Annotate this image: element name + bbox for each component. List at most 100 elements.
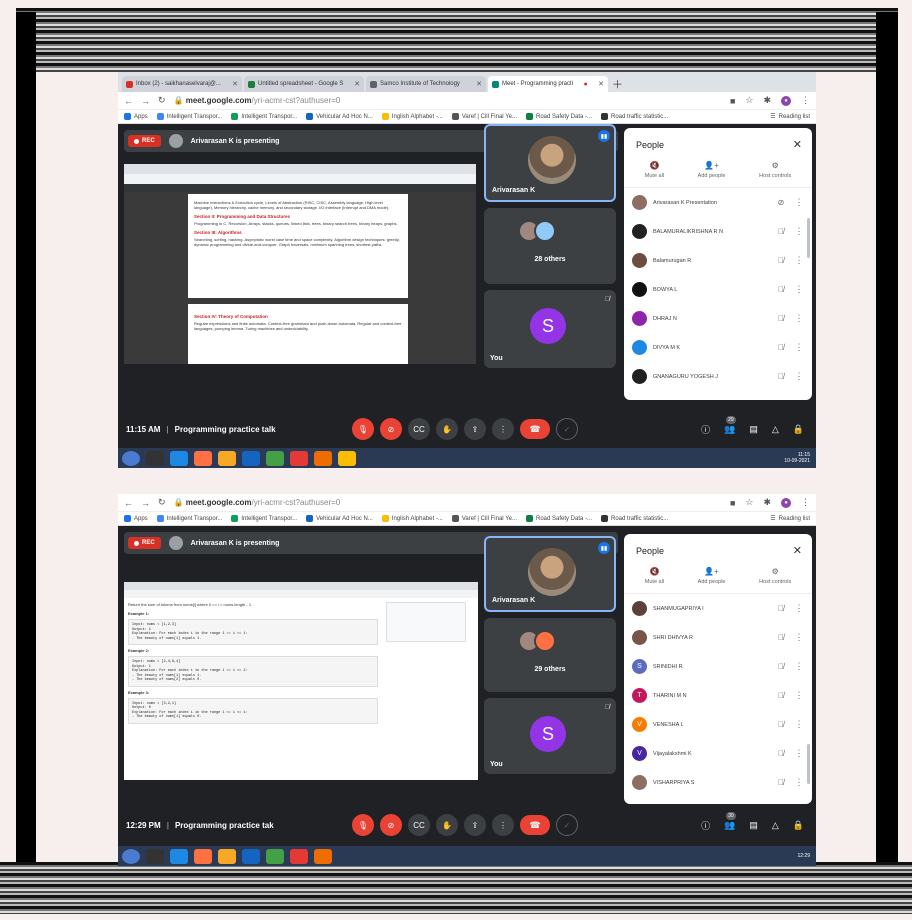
camera-toggle-button[interactable]: ⊘ xyxy=(380,814,402,836)
participant-row[interactable]: V Vijayalakshmi K 🎙̸ ⋮ xyxy=(624,739,812,768)
new-tab-button[interactable]: ＋ xyxy=(612,76,623,92)
extensions-icon[interactable]: ✱ xyxy=(763,497,771,508)
participant-row[interactable]: BALAMURALIKRISHNA R N 🎙̸ ⋮ xyxy=(624,217,812,246)
bookmark[interactable]: Inglish Alphabet -... xyxy=(381,515,443,522)
mute-all-button[interactable]: 🔇 Mute all xyxy=(645,161,664,179)
mute-all-button[interactable]: 🔇 Mute all xyxy=(645,567,664,585)
raise-hand-button[interactable]: ✋ xyxy=(436,814,458,836)
info-icon[interactable]: ⓘ xyxy=(701,819,710,832)
url-field[interactable]: 🔒 meet.google.com/yri-acmr-cst?authuser=… xyxy=(174,96,341,105)
back-icon[interactable]: ← xyxy=(124,96,133,106)
bookmark[interactable]: Road Safety Data -... xyxy=(525,113,592,120)
mic-toggle-button[interactable]: 🎙 xyxy=(352,814,374,836)
back-icon[interactable]: ← xyxy=(124,498,133,508)
bookmark[interactable]: Inglish Alphabet -... xyxy=(381,113,443,120)
people-button[interactable]: 30 👥 xyxy=(724,811,736,831)
participant-row[interactable]: SHANMUGAPRIYA I 🎙̸ ⋮ xyxy=(624,594,812,623)
participant-row[interactable]: T THARINI M N 🎙̸ ⋮ xyxy=(624,681,812,710)
bookmark[interactable]: Intelligent Transpor... xyxy=(156,113,222,120)
taskbar-app-icon[interactable] xyxy=(146,450,164,466)
bookmark[interactable]: Road traffic statistic... xyxy=(601,113,668,120)
taskbar-app-icon[interactable] xyxy=(314,450,332,466)
browser-tab-active[interactable]: Meet - Programming practi ● ✕ xyxy=(488,76,608,92)
activities-button[interactable]: ✓ xyxy=(556,814,578,836)
participant-row[interactable]: Arivarasan K Presentation ⊘ ⋮ xyxy=(624,188,812,217)
taskbar-app-icon[interactable] xyxy=(218,450,236,466)
participant-row[interactable]: Balamurugan R 🎙̸ ⋮ xyxy=(624,246,812,275)
host-controls-button[interactable]: ⚙ Host controls xyxy=(759,567,791,585)
participant-row[interactable]: SHRI DHIVYA R 🎙̸ ⋮ xyxy=(624,623,812,652)
forward-icon[interactable]: → xyxy=(141,498,150,508)
participant-row[interactable]: DHRAJ N 🎙̸ ⋮ xyxy=(624,304,812,333)
taskbar-app-icon[interactable] xyxy=(170,848,188,864)
profile-avatar[interactable]: ● xyxy=(781,497,791,508)
start-icon[interactable] xyxy=(122,848,140,864)
bookmark[interactable]: Intelligent Transpor... xyxy=(231,515,297,522)
add-people-button[interactable]: 👤+ Add people xyxy=(698,567,726,585)
info-icon[interactable]: ⓘ xyxy=(701,423,710,436)
taskbar-app-icon[interactable] xyxy=(194,450,212,466)
host-controls-button[interactable]: ⚙ Host controls xyxy=(759,161,791,179)
more-options-icon[interactable]: ⋮ xyxy=(794,226,804,237)
more-options-icon[interactable]: ⋮ xyxy=(794,197,804,208)
taskbar-app-icon[interactable] xyxy=(242,450,260,466)
star-icon[interactable]: ☆ xyxy=(745,95,753,106)
lock-icon[interactable]: 🔒 xyxy=(793,820,804,831)
presenter-tile[interactable]: ▮▮ Arivarasan K xyxy=(484,124,616,202)
camera-icon[interactable]: ■ xyxy=(730,498,735,508)
more-options-icon[interactable]: ⋮ xyxy=(794,255,804,266)
bookmark[interactable]: Varef | Cill Final Ye... xyxy=(451,515,517,522)
camera-icon[interactable]: ■ xyxy=(730,96,735,106)
close-icon[interactable]: ✕ xyxy=(793,138,802,151)
people-scrollbar[interactable] xyxy=(807,744,810,784)
activities-icon[interactable]: △ xyxy=(772,820,779,831)
reading-list[interactable]: ☰ Reading list xyxy=(770,515,810,523)
leave-call-button[interactable]: ☎ xyxy=(520,815,550,835)
chat-icon[interactable]: ▤ xyxy=(749,424,758,435)
taskbar-app-icon[interactable] xyxy=(242,848,260,864)
bookmark[interactable]: Apps xyxy=(124,113,148,120)
bookmark[interactable]: Vehicular Ad Hoc N... xyxy=(306,113,373,120)
add-people-button[interactable]: 👤+ Add people xyxy=(698,161,726,179)
taskbar-app-icon[interactable] xyxy=(290,848,308,864)
leave-call-button[interactable]: ☎ xyxy=(520,419,550,439)
more-options-icon[interactable]: ⋮ xyxy=(794,284,804,295)
taskbar-app-icon[interactable] xyxy=(218,848,236,864)
captions-button[interactable]: CC xyxy=(408,814,430,836)
lock-icon[interactable]: 🔒 xyxy=(793,424,804,435)
more-options-icon[interactable]: ⋮ xyxy=(794,603,804,614)
people-button[interactable]: 29 👥 xyxy=(724,415,736,435)
browser-tab[interactable]: Untitled spreadsheet - Google S ✕ xyxy=(244,76,364,92)
taskbar-app-icon[interactable] xyxy=(170,450,188,466)
menu-icon[interactable]: ⋮ xyxy=(801,95,810,106)
self-tile[interactable]: S 🎙̸ You xyxy=(484,698,616,774)
forward-icon[interactable]: → xyxy=(141,96,150,106)
more-options-icon[interactable]: ⋮ xyxy=(794,719,804,730)
more-options-icon[interactable]: ⋮ xyxy=(794,342,804,353)
more-options-icon[interactable]: ⋮ xyxy=(794,371,804,382)
more-options-button[interactable]: ⋮ xyxy=(492,418,514,440)
more-options-button[interactable]: ⋮ xyxy=(492,814,514,836)
reload-icon[interactable]: ↻ xyxy=(158,95,166,106)
participant-row[interactable]: S SRINIDHI R 🎙̸ ⋮ xyxy=(624,652,812,681)
raise-hand-button[interactable]: ✋ xyxy=(436,418,458,440)
close-icon[interactable]: ✕ xyxy=(793,544,802,557)
activities-button[interactable]: ✓ xyxy=(556,418,578,440)
extensions-icon[interactable]: ✱ xyxy=(763,95,771,106)
browser-tab[interactable]: Inbox (2) - saikhanaselvaraj@... ✕ xyxy=(122,76,242,92)
more-options-icon[interactable]: ⋮ xyxy=(794,777,804,788)
menu-icon[interactable]: ⋮ xyxy=(801,497,810,508)
more-options-icon[interactable]: ⋮ xyxy=(794,748,804,759)
captions-button[interactable]: CC xyxy=(408,418,430,440)
present-button[interactable]: ⇪ xyxy=(464,814,486,836)
people-scrollbar[interactable] xyxy=(807,218,810,258)
start-icon[interactable] xyxy=(122,450,140,466)
mic-toggle-button[interactable]: 🎙 xyxy=(352,418,374,440)
bookmark[interactable]: Intelligent Transpor... xyxy=(156,515,222,522)
taskbar-app-icon[interactable] xyxy=(314,848,332,864)
present-button[interactable]: ⇪ xyxy=(464,418,486,440)
taskbar-app-icon[interactable] xyxy=(290,450,308,466)
self-tile[interactable]: S 🎙̸ You xyxy=(484,290,616,368)
camera-toggle-button[interactable]: ⊘ xyxy=(380,418,402,440)
taskbar-app-icon[interactable] xyxy=(266,848,284,864)
